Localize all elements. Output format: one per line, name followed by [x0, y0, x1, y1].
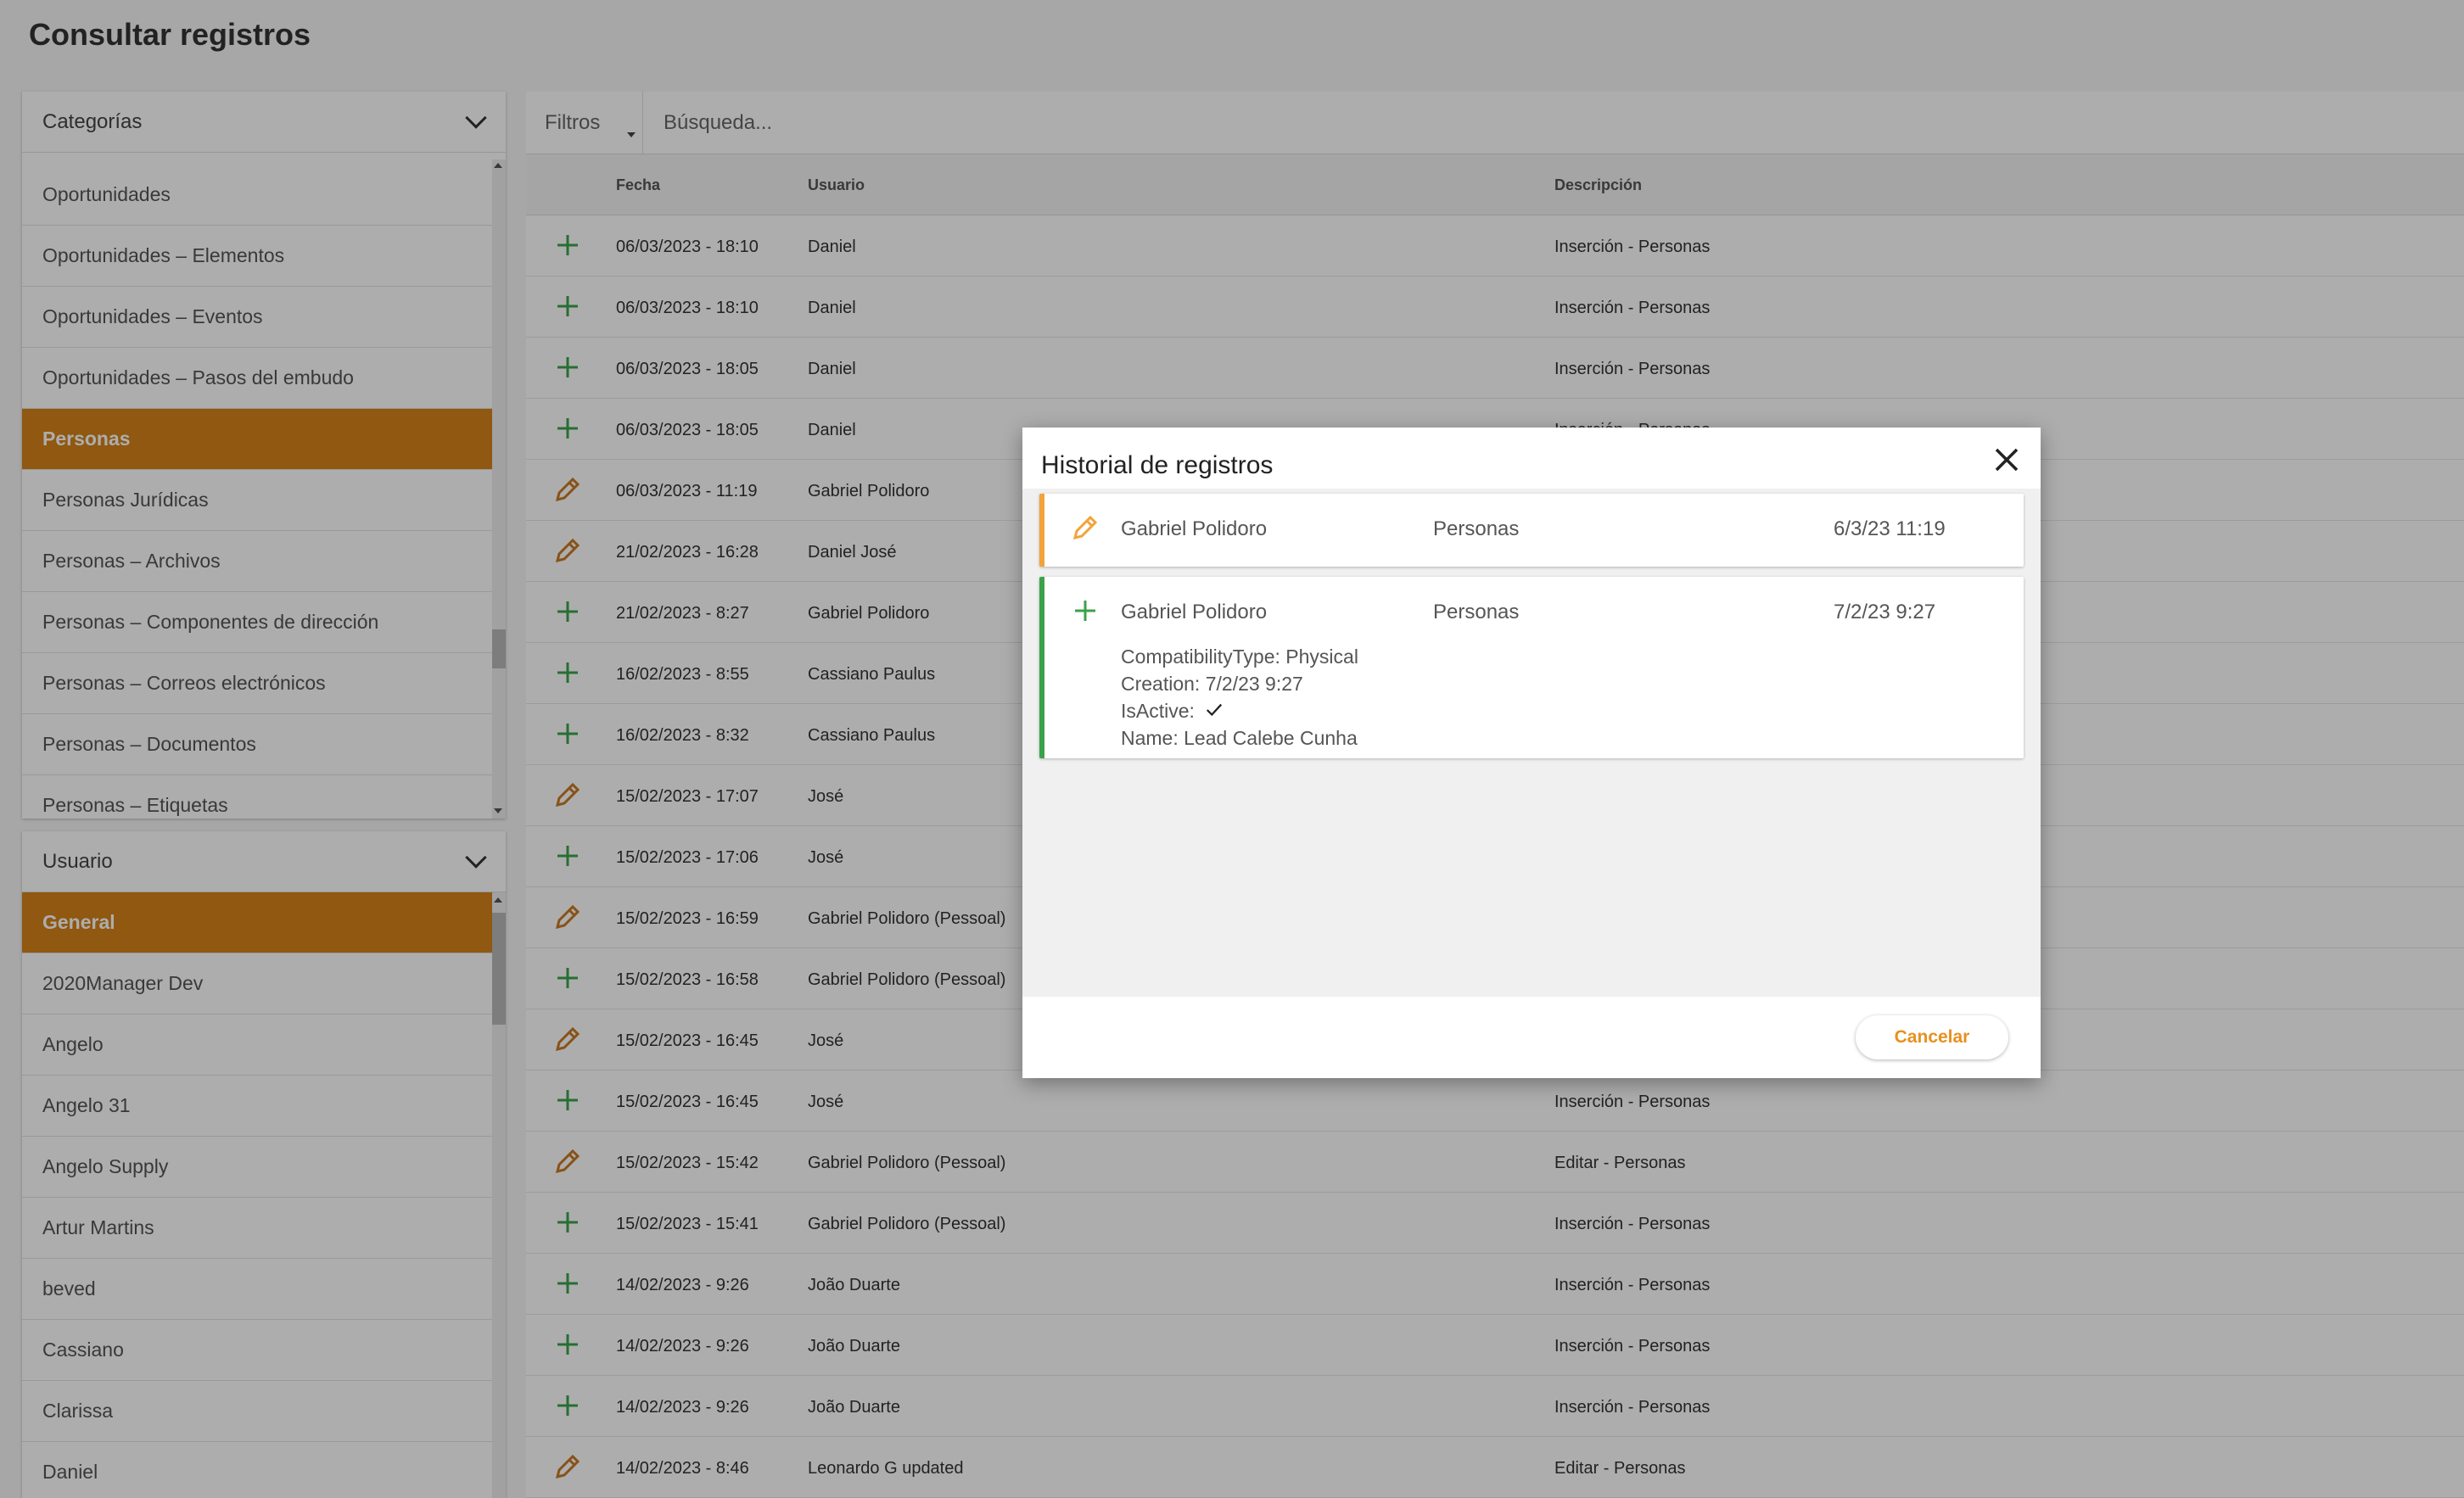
- entry-details: CompatibilityType: Physical Creation: 7/2…: [1121, 643, 1358, 752]
- detail-line: Creation: 7/2/23 9:27: [1121, 670, 1358, 697]
- detail-line: CompatibilityType: Physical: [1121, 643, 1358, 670]
- history-modal: Historial de registros Gabriel Polidoro …: [1022, 428, 2041, 1078]
- detail-text: Name: Lead Calebe Cunha: [1121, 727, 1358, 749]
- detail-line: Name: Lead Calebe Cunha: [1121, 724, 1358, 752]
- entry-datetime: 7/2/23 9:27: [1834, 601, 1936, 623]
- plus-icon: [1075, 601, 1095, 621]
- entry-user: Gabriel Polidoro: [1121, 517, 1268, 540]
- history-entry-edit: Gabriel Polidoro Personas 6/3/23 11:19: [1039, 494, 2024, 567]
- checkmark-icon: [1195, 700, 1224, 722]
- detail-text: Creation: 7/2/23 9:27: [1121, 673, 1303, 695]
- detail-line: IsActive:: [1121, 697, 1358, 724]
- close-icon[interactable]: [1991, 444, 2022, 475]
- modal-header: Historial de registros: [1022, 428, 2041, 489]
- detail-text: IsActive:: [1121, 700, 1195, 722]
- cancel-button[interactable]: Cancelar: [1856, 1015, 2008, 1059]
- entry-entity: Personas: [1433, 601, 1520, 623]
- history-entry-insert: Gabriel Polidoro Personas 7/2/23 9:27 Co…: [1039, 577, 2024, 758]
- entry-entity: Personas: [1433, 517, 1520, 540]
- entry-datetime: 6/3/23 11:19: [1834, 517, 1946, 540]
- modal-title: Historial de registros: [1041, 451, 1274, 479]
- modal-footer: Cancelar: [1022, 997, 2041, 1078]
- pencil-icon: [1072, 515, 1098, 540]
- detail-text: CompatibilityType: Physical: [1121, 646, 1358, 668]
- entry-user: Gabriel Polidoro: [1121, 601, 1268, 623]
